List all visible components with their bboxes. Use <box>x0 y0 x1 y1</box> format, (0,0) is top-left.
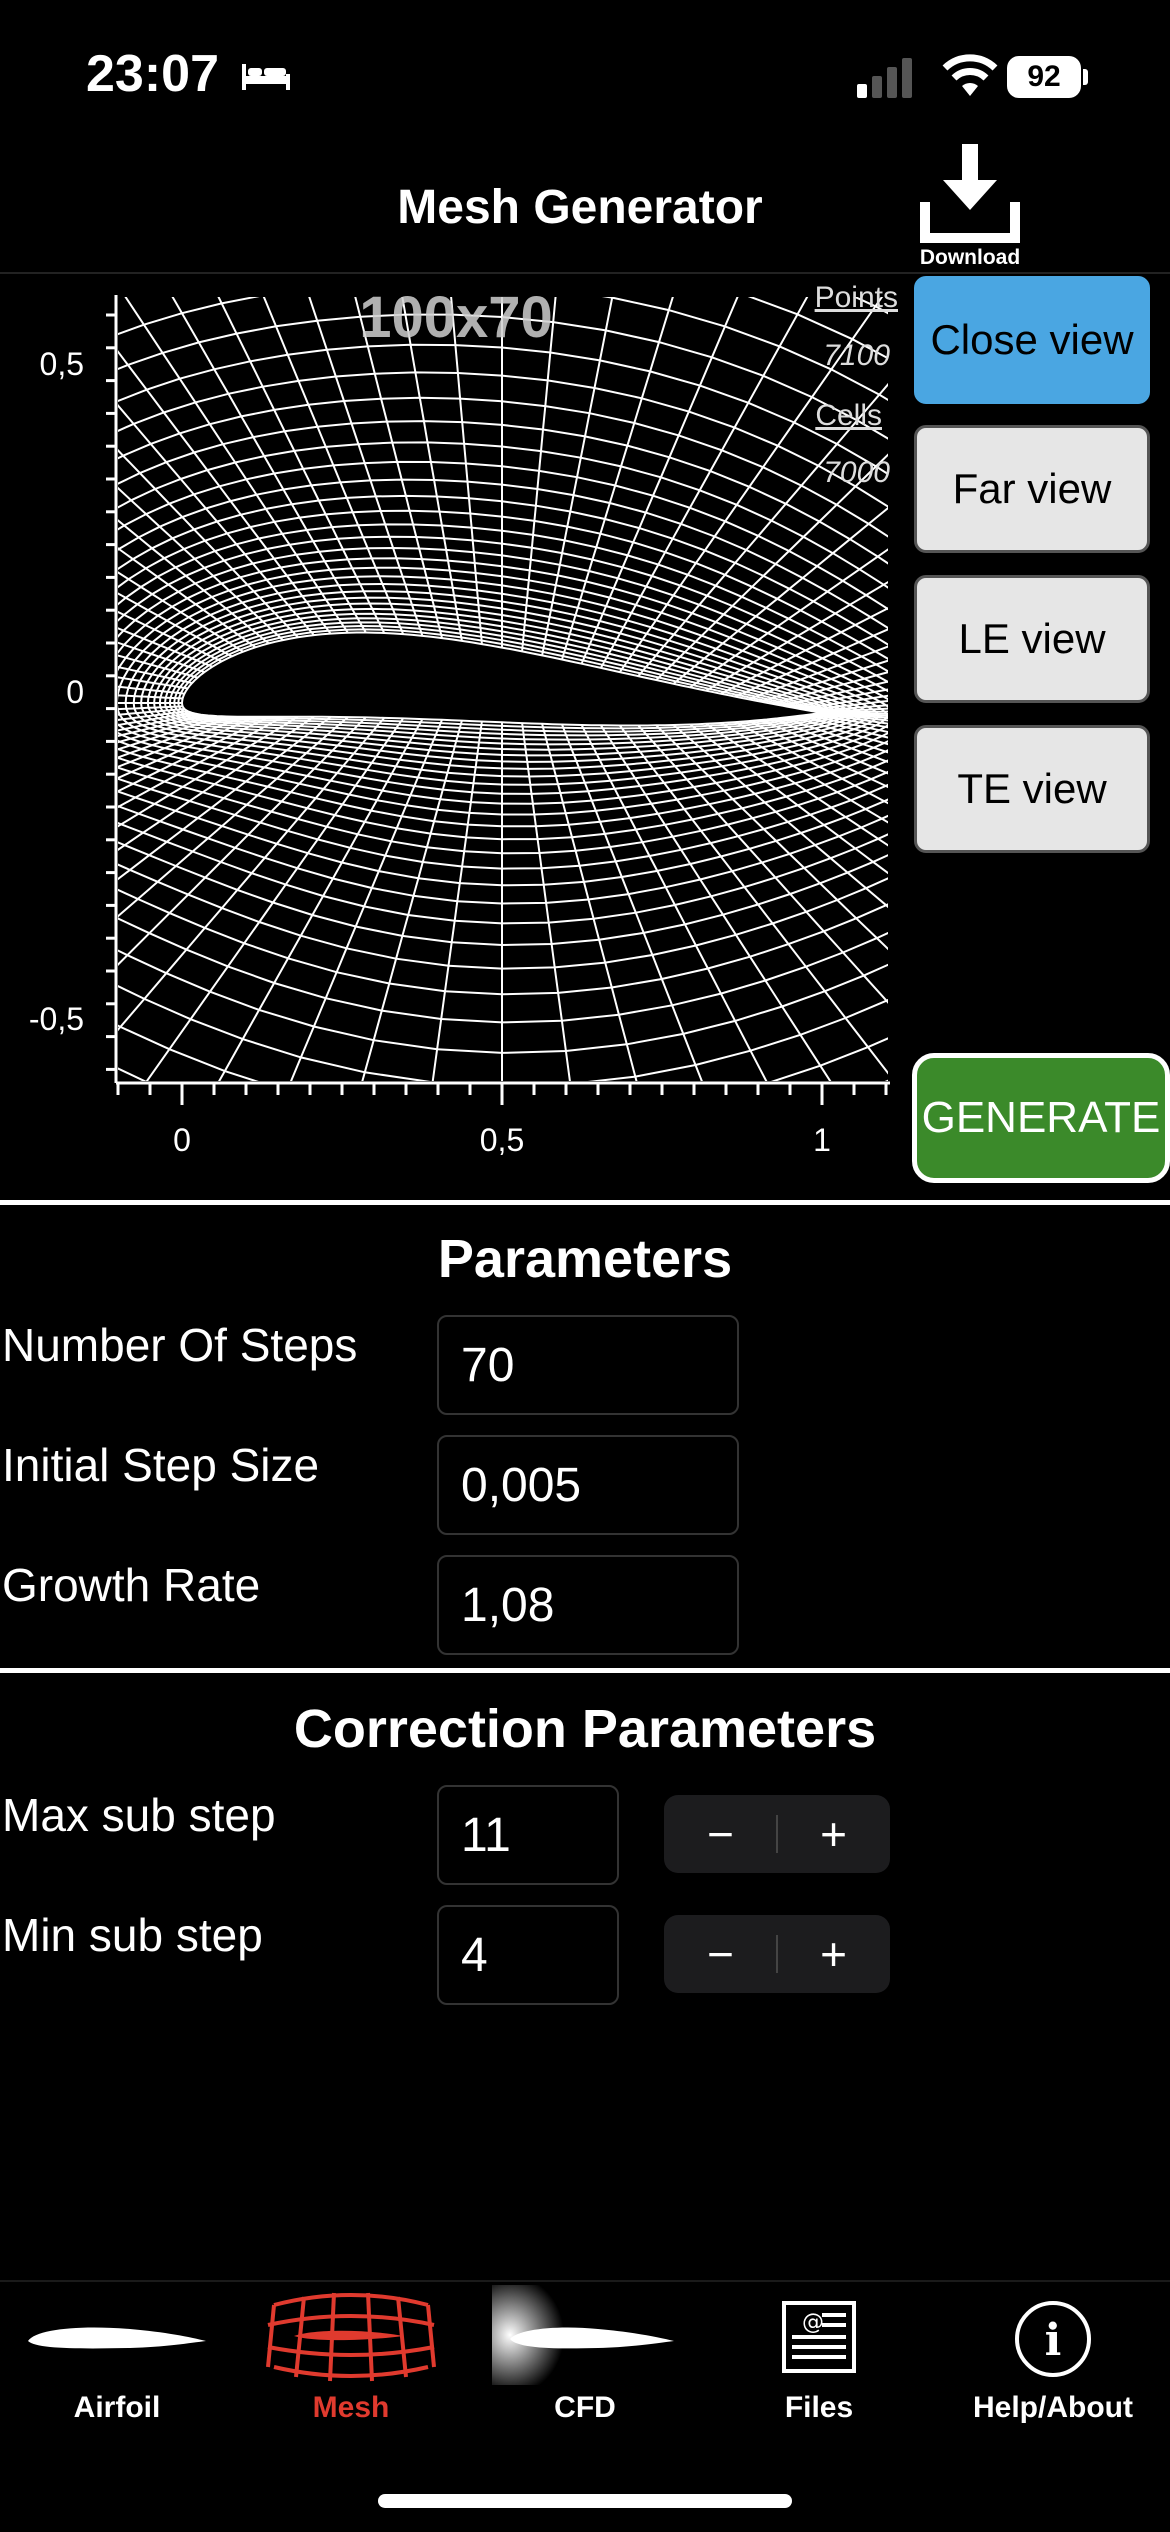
files-icon: @ <box>782 2301 856 2373</box>
sleep-bed-icon <box>242 64 290 90</box>
download-button[interactable]: Download <box>915 140 1025 275</box>
max-sub-step-label: Max sub step <box>2 1789 276 1841</box>
tab-label: Airfoil <box>73 2391 161 2424</box>
initial-step-field[interactable]: 0,005 <box>437 1435 739 1535</box>
cells-value: 7000 <box>823 456 890 489</box>
max-sub-step-field[interactable]: 11 <box>437 1785 619 1885</box>
correction-title: Correction Parameters <box>293 1699 877 1759</box>
battery-indicator: 92 <box>1007 56 1088 98</box>
status-time: 23:07 <box>86 45 219 103</box>
divider <box>0 1668 1170 1673</box>
min-sub-step-stepper: − + <box>664 1915 890 1993</box>
svg-text:@: @ <box>802 2310 824 2335</box>
min-sub-step-label: Min sub step <box>2 1909 263 1961</box>
growth-rate-field[interactable]: 1,08 <box>437 1555 739 1655</box>
growth-rate-label: Growth Rate <box>2 1559 261 1611</box>
mesh-size-label: 100x70 <box>359 285 553 350</box>
download-icon <box>920 144 1020 243</box>
cells-label: Cells <box>815 399 882 432</box>
tab-label: Help/About <box>973 2391 1133 2424</box>
tab-cfd[interactable]: CFD <box>468 2285 702 2435</box>
points-value: 7100 <box>823 339 890 372</box>
y-tick-label: 0,5 <box>40 346 84 382</box>
tab-files[interactable]: @ Files <box>702 2285 936 2435</box>
generate-button[interactable]: GENERATE <box>912 1053 1170 1183</box>
te-view-button[interactable]: TE view <box>914 725 1150 853</box>
divider <box>0 1200 1170 1205</box>
min-increment-button[interactable]: + <box>777 1915 890 1993</box>
y-tick-label: -0,5 <box>29 1001 84 1037</box>
far-view-button[interactable]: Far view <box>914 425 1150 553</box>
close-view-button[interactable]: Close view <box>914 276 1150 404</box>
initial-step-label: Initial Step Size <box>2 1439 320 1491</box>
tab-airfoil[interactable]: Airfoil <box>0 2285 234 2435</box>
tab-help-about[interactable]: i Help/About <box>936 2285 1170 2435</box>
min-decrement-button[interactable]: − <box>664 1915 777 1993</box>
mesh-icon <box>266 2292 436 2382</box>
parameters-title: Parameters <box>437 1229 733 1289</box>
svg-text:i: i <box>1045 2315 1062 2366</box>
max-decrement-button[interactable]: − <box>664 1795 777 1873</box>
y-tick-label: 0 <box>66 674 84 710</box>
x-tick-label: 0,5 <box>480 1122 524 1155</box>
x-tick-label: 0 <box>173 1122 191 1155</box>
le-view-button[interactable]: LE view <box>914 575 1150 703</box>
x-tick-label: 1 <box>813 1122 831 1155</box>
steps-field[interactable]: 70 <box>437 1315 739 1415</box>
airfoil-icon <box>28 2327 206 2349</box>
min-sub-step-field[interactable]: 4 <box>437 1905 619 2005</box>
steps-label: Number Of Steps <box>2 1319 358 1371</box>
cfd-icon <box>492 2285 674 2385</box>
points-label: Points <box>815 281 898 314</box>
home-indicator <box>378 2494 792 2508</box>
max-sub-step-stepper: − + <box>664 1795 890 1873</box>
max-increment-button[interactable]: + <box>777 1795 890 1873</box>
download-label: Download <box>919 246 1021 269</box>
cellular-signal-icon <box>857 58 912 98</box>
mesh-plot[interactable]: 0,5 0 -0,5 0 0,5 1 100x70 Points 7100 Ce… <box>0 275 900 1155</box>
tab-label: Files <box>784 2391 854 2424</box>
wifi-icon <box>942 54 998 96</box>
battery-level: 92 <box>1007 56 1081 98</box>
tab-mesh[interactable]: Mesh <box>234 2285 468 2435</box>
tab-label: CFD <box>554 2391 616 2424</box>
info-icon: i <box>1015 2301 1091 2377</box>
tab-label: Mesh <box>312 2391 390 2424</box>
